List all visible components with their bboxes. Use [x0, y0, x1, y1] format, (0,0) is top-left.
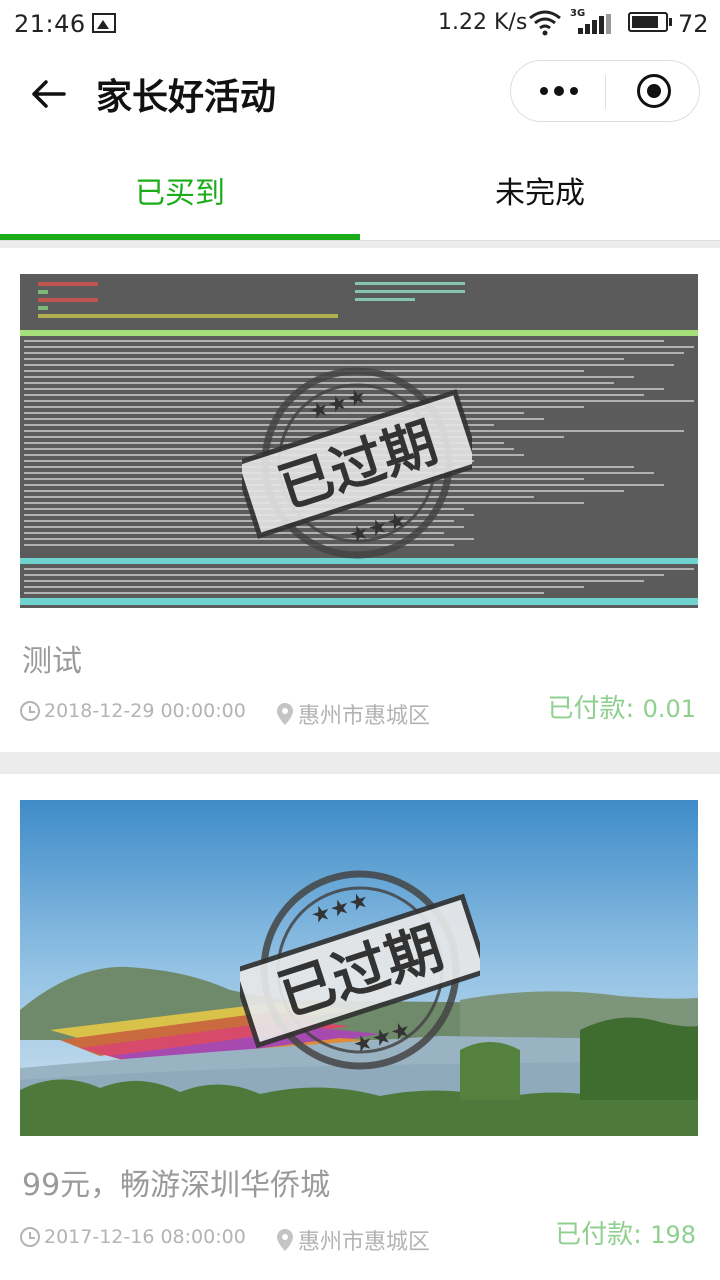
tab-unfinished[interactable]: 未完成 — [360, 140, 720, 240]
tab-bar: 已买到 未完成 — [0, 140, 720, 241]
arrow-left-icon — [32, 80, 66, 108]
order-thumbnail-landscape: 已过期 ★★★ ★★★ — [20, 800, 698, 1136]
battery-icon — [628, 12, 672, 32]
expired-stamp-icon: 已过期 ★★★ ★★★ — [240, 870, 480, 1070]
active-tab-indicator — [0, 234, 360, 240]
svg-text:★★★: ★★★ — [308, 888, 372, 930]
order-title: 测试 — [22, 644, 82, 679]
gallery-icon — [92, 13, 116, 33]
order-datetime: 2018-12-29 00:00:00 — [44, 700, 246, 722]
svg-text:★★★: ★★★ — [306, 383, 370, 425]
network-speed: 1.22 K/s — [438, 10, 528, 35]
order-paid: 已付款: 198 — [555, 1214, 696, 1251]
order-title: 99元，畅游深圳华侨城 — [22, 1168, 331, 1203]
expired-stamp-icon: 已过期 ★★★ ★★★ — [242, 367, 472, 559]
paid-label: 已付款: — [555, 1220, 642, 1250]
page-title: 家长好活动 — [96, 77, 277, 118]
more-icon — [540, 87, 548, 95]
order-location-row: 惠州市惠城区 — [276, 698, 430, 730]
order-location: 惠州市惠城区 — [298, 704, 431, 729]
order-datetime-row: 2018-12-29 00:00:00 — [20, 700, 246, 722]
back-button[interactable] — [24, 70, 72, 118]
clock-icon — [20, 701, 40, 721]
tab-purchased[interactable]: 已买到 — [0, 140, 360, 240]
mini-program-capsule — [510, 60, 700, 122]
battery-level: 72 — [678, 10, 709, 38]
order-paid: 已付款: 0.01 — [548, 688, 696, 725]
status-time: 21:46 — [14, 10, 86, 38]
nav-bar: 家长好活动 — [0, 48, 720, 140]
order-card[interactable]: 已过期 ★★★ ★★★ 99元，畅游深圳华侨城 2017-12-16 08:00… — [0, 774, 720, 1280]
order-thumbnail-terminal: 已过期 ★★★ ★★★ — [20, 274, 698, 608]
wifi-icon — [528, 10, 562, 42]
order-card[interactable]: 已过期 ★★★ ★★★ 测试 2018-12-29 00:00:00 惠州市惠城… — [0, 248, 720, 752]
paid-label: 已付款: — [547, 694, 635, 724]
location-pin-icon — [277, 1229, 293, 1251]
status-bar: 21:46 1.22 K/s 3G 72 — [0, 0, 720, 48]
location-pin-icon — [277, 703, 293, 725]
order-location-row: 惠州市惠城区 — [276, 1224, 430, 1256]
paid-amount: 0.01 — [642, 695, 696, 723]
order-datetime: 2017-12-16 08:00:00 — [44, 1226, 246, 1248]
close-mini-program-button[interactable] — [637, 74, 671, 108]
clock-icon — [20, 1227, 40, 1247]
paid-amount: 198 — [650, 1221, 696, 1249]
signal-icon — [578, 14, 611, 34]
more-button[interactable] — [535, 73, 583, 109]
order-datetime-row: 2017-12-16 08:00:00 — [20, 1226, 246, 1248]
order-location: 惠州市惠城区 — [298, 1230, 431, 1255]
capsule-divider — [605, 75, 606, 109]
